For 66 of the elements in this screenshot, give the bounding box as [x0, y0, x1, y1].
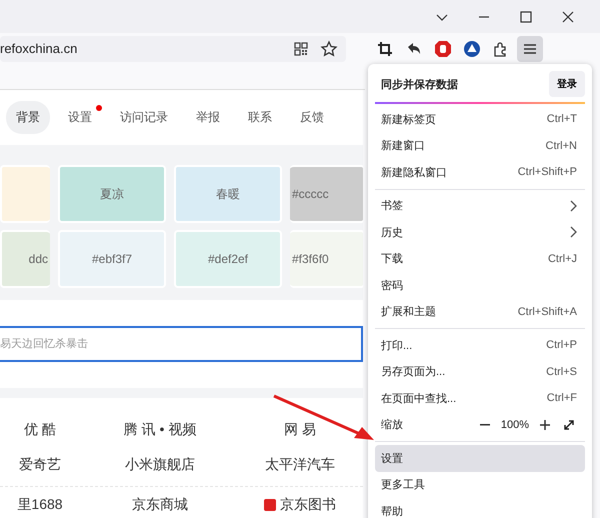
minus-icon [480, 424, 490, 426]
color-swatch[interactable]: #def2ef [174, 230, 282, 288]
sync-title: 同步并保存数据 [381, 78, 458, 92]
shortcut-label: Ctrl+Shift+P [518, 166, 577, 178]
chevron-right-icon [569, 200, 577, 212]
color-swatch[interactable]: ddc [0, 230, 50, 288]
menu-item[interactable]: 书签 [375, 192, 585, 219]
page-tab[interactable]: 背景 [6, 101, 50, 134]
menu-item[interactable]: 设置 [375, 445, 585, 472]
color-swatch[interactable]: #ebf3f7 [58, 230, 166, 288]
crop-icon[interactable] [376, 40, 394, 58]
site-link[interactable]: 京东图书 [264, 496, 336, 514]
menu-item[interactable]: 下载 Ctrl+J [375, 246, 585, 272]
menu-item[interactable]: 新建隐私窗口 Ctrl+Shift+P [375, 159, 585, 186]
close-icon[interactable] [562, 10, 574, 22]
address-bar[interactable]: refoxchina.cn [0, 36, 346, 62]
menu-item[interactable]: 打印... Ctrl+P [375, 332, 585, 358]
stop-sign-icon[interactable] [434, 40, 452, 58]
menu-item[interactable]: 在页面中查找... Ctrl+F [375, 385, 585, 412]
page-tab[interactable]: 反馈 [290, 101, 334, 134]
page-tab[interactable]: 举报 [186, 101, 230, 134]
site-link[interactable]: 里1688 [17, 496, 63, 514]
star-icon[interactable] [320, 40, 338, 58]
shortcut-label: Ctrl+N [546, 140, 577, 152]
color-swatch[interactable]: 夏凉 [58, 165, 166, 223]
plus-icon [540, 420, 550, 430]
page-tab[interactable]: 访问记录 [110, 101, 178, 134]
color-swatch[interactable]: #f3f6f0 [290, 230, 363, 288]
site-link[interactable]: 爱奇艺 [19, 456, 61, 474]
shortcut-label: Ctrl+T [546, 113, 577, 126]
sign-in-button[interactable]: 登录 [549, 71, 585, 97]
menu-item[interactable]: 密码 [375, 272, 585, 298]
menu-item[interactable]: 新建标签页 Ctrl+T [375, 106, 585, 132]
menu-item[interactable]: 新建窗口 Ctrl+N [375, 132, 585, 159]
color-swatch[interactable]: 春暖 [174, 165, 282, 223]
menu-item[interactable]: 另存页面为... Ctrl+S [375, 358, 585, 385]
menu-item[interactable]: 更多工具 [375, 472, 585, 498]
shortcut-label: Ctrl+J [548, 252, 577, 265]
site-link[interactable]: 京东商城 [132, 496, 188, 514]
menu-item[interactable]: 历史 [375, 219, 585, 246]
site-logo-icon [264, 498, 276, 510]
shortcut-label: Ctrl+Shift+A [518, 306, 577, 318]
menu-item[interactable]: 帮助 [375, 498, 585, 518]
menu-button[interactable] [517, 36, 543, 62]
page-tab[interactable]: 联系 [238, 101, 282, 134]
site-link[interactable]: 优 酷 [24, 420, 56, 438]
page-tab[interactable]: 设置 [58, 101, 102, 134]
color-swatch[interactable] [0, 165, 50, 223]
site-link[interactable]: 太平洋汽车 [265, 456, 335, 474]
zoom-level: 100% [500, 418, 529, 431]
site-link[interactable]: 小米旗舰店 [125, 456, 195, 474]
maximize-icon[interactable] [520, 10, 532, 22]
chevron-right-icon [569, 226, 577, 238]
site-link[interactable]: 腾 讯 • 视频 [124, 420, 196, 438]
menu-icon [523, 42, 537, 54]
expand-arrows-icon [563, 418, 575, 431]
search-field[interactable]: 易天边回忆杀暴击 [0, 326, 363, 362]
shortcut-label: Ctrl+S [546, 366, 577, 378]
shortcut-label: Ctrl+P [546, 339, 577, 352]
triangle-circle-icon[interactable] [463, 40, 481, 58]
color-swatch[interactable]: #ccccc [290, 165, 363, 223]
shortcut-label: Ctrl+F [546, 392, 577, 404]
menu-item[interactable]: 扩展和主题 Ctrl+Shift+A [375, 298, 585, 325]
menu-label: 缩放 [381, 418, 403, 432]
site-link[interactable]: 网 易 [284, 420, 316, 438]
qr-code-icon[interactable] [292, 40, 310, 58]
